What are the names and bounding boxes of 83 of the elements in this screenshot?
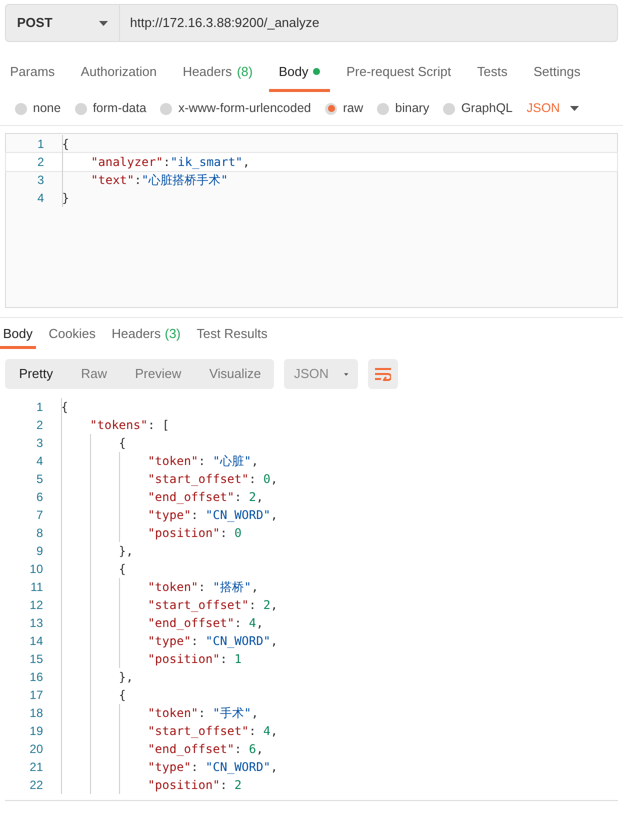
code-line: { bbox=[61, 399, 68, 416]
request-tab[interactable]: Body bbox=[268, 54, 330, 92]
line-number: 12 bbox=[28, 597, 44, 614]
response-tab[interactable]: Test Results bbox=[194, 322, 270, 349]
request-body-editor[interactable]: 1 { 2 "analyzer":"ik_smart", 3 "text":"心脏搭桥手术" 4 } bbox=[5, 133, 618, 308]
line-number: 21 bbox=[28, 759, 44, 776]
code-line: "text":"心脏搭桥手术" bbox=[90, 172, 228, 189]
format-dropdown[interactable]: JSON bbox=[526, 99, 579, 118]
code-line: "token": "搭桥", bbox=[146, 579, 258, 596]
line-number: 17 bbox=[28, 687, 44, 704]
wrap-icon bbox=[375, 367, 391, 381]
line-number: 22 bbox=[28, 777, 44, 794]
line-number: 11 bbox=[30, 579, 44, 596]
code-line: "tokens": [ bbox=[88, 417, 170, 434]
wrap-lines-button[interactable] bbox=[368, 359, 398, 389]
body-type-radio[interactable]: x-www-form-urlencoded bbox=[160, 99, 311, 118]
body-type-radio[interactable]: binary bbox=[377, 99, 430, 118]
line-number: 14 bbox=[28, 633, 44, 650]
line-number: 3 bbox=[36, 172, 45, 189]
method-dropdown[interactable]: POST bbox=[5, 4, 120, 42]
line-number: 7 bbox=[35, 507, 44, 524]
caret-icon bbox=[99, 20, 108, 26]
caret-icon bbox=[344, 372, 348, 376]
code-line: "position": 1 bbox=[146, 651, 242, 668]
view-mode-tab[interactable]: Preview bbox=[120, 359, 196, 389]
line-number: 2 bbox=[35, 417, 44, 434]
line-number: 1 bbox=[36, 136, 45, 153]
line-number: 10 bbox=[28, 561, 44, 578]
request-tab[interactable]: Pre-request Script bbox=[336, 54, 462, 92]
response-tab[interactable]: Cookies bbox=[46, 322, 99, 349]
code-line: { bbox=[62, 136, 70, 153]
code-line: { bbox=[118, 561, 126, 578]
code-line: "position": 0 bbox=[146, 525, 242, 542]
body-type-radio[interactable]: form-data bbox=[74, 99, 146, 118]
code-line: "analyzer":"ik_smart", bbox=[90, 154, 250, 171]
line-number: 13 bbox=[28, 615, 44, 632]
line-number: 18 bbox=[28, 705, 44, 722]
code-line: "type": "CN_WORD", bbox=[146, 633, 278, 650]
line-number: 15 bbox=[28, 651, 44, 668]
code-line: "position": 2 bbox=[146, 777, 242, 794]
line-number: 4 bbox=[35, 453, 44, 470]
code-line: "start_offset": 4, bbox=[146, 723, 278, 740]
code-line: }, bbox=[118, 543, 134, 560]
body-type-radio[interactable]: none bbox=[15, 99, 61, 118]
line-number: 8 bbox=[35, 525, 44, 542]
request-tab[interactable]: Tests bbox=[467, 54, 518, 92]
code-line: "start_offset": 0, bbox=[146, 471, 278, 488]
line-number: 19 bbox=[28, 723, 44, 740]
code-line: { bbox=[118, 435, 126, 452]
code-line: }, bbox=[118, 669, 134, 686]
code-line: "start_offset": 2, bbox=[146, 597, 278, 614]
response-format-dropdown[interactable]: JSON bbox=[284, 359, 358, 389]
line-number: 1 bbox=[35, 399, 44, 416]
line-number: 16 bbox=[28, 669, 44, 686]
line-number: 6 bbox=[35, 489, 44, 506]
request-tab[interactable]: Settings bbox=[523, 54, 590, 92]
code-line: } bbox=[62, 190, 70, 207]
request-tab[interactable]: Headers (8) bbox=[172, 54, 263, 92]
body-type-radio[interactable]: raw bbox=[325, 99, 364, 118]
view-mode-tab[interactable]: Raw bbox=[66, 359, 121, 389]
body-type-radio[interactable]: GraphQL bbox=[443, 99, 513, 118]
code-line: "end_offset": 6, bbox=[146, 741, 264, 758]
response-tab[interactable]: Headers (3) bbox=[108, 322, 184, 349]
url-field[interactable]: http://172.16.3.88:9200/_analyze bbox=[120, 4, 618, 42]
line-number: 5 bbox=[35, 471, 44, 488]
code-line: "token": "手术", bbox=[146, 705, 258, 722]
request-tab[interactable]: Authorization bbox=[70, 54, 167, 92]
code-line: "end_offset": 2, bbox=[146, 489, 264, 506]
code-line: { bbox=[118, 687, 126, 704]
code-line: "type": "CN_WORD", bbox=[146, 507, 278, 524]
view-mode-tab[interactable]: Visualize bbox=[195, 359, 276, 389]
code-line: "token": "心脏", bbox=[146, 453, 258, 470]
view-mode-tab[interactable]: Pretty bbox=[5, 359, 67, 389]
response-tab[interactable]: Body bbox=[0, 322, 36, 349]
line-number: 3 bbox=[35, 435, 44, 452]
code-line: "type": "CN_WORD", bbox=[146, 759, 278, 776]
request-tab[interactable]: Params bbox=[0, 54, 65, 92]
line-number: 20 bbox=[28, 741, 44, 758]
code-line: "end_offset": 4, bbox=[146, 615, 264, 632]
line-number: 9 bbox=[35, 543, 44, 560]
line-number: 4 bbox=[36, 190, 45, 207]
caret-icon bbox=[570, 106, 579, 111]
line-number: 2 bbox=[36, 154, 45, 171]
